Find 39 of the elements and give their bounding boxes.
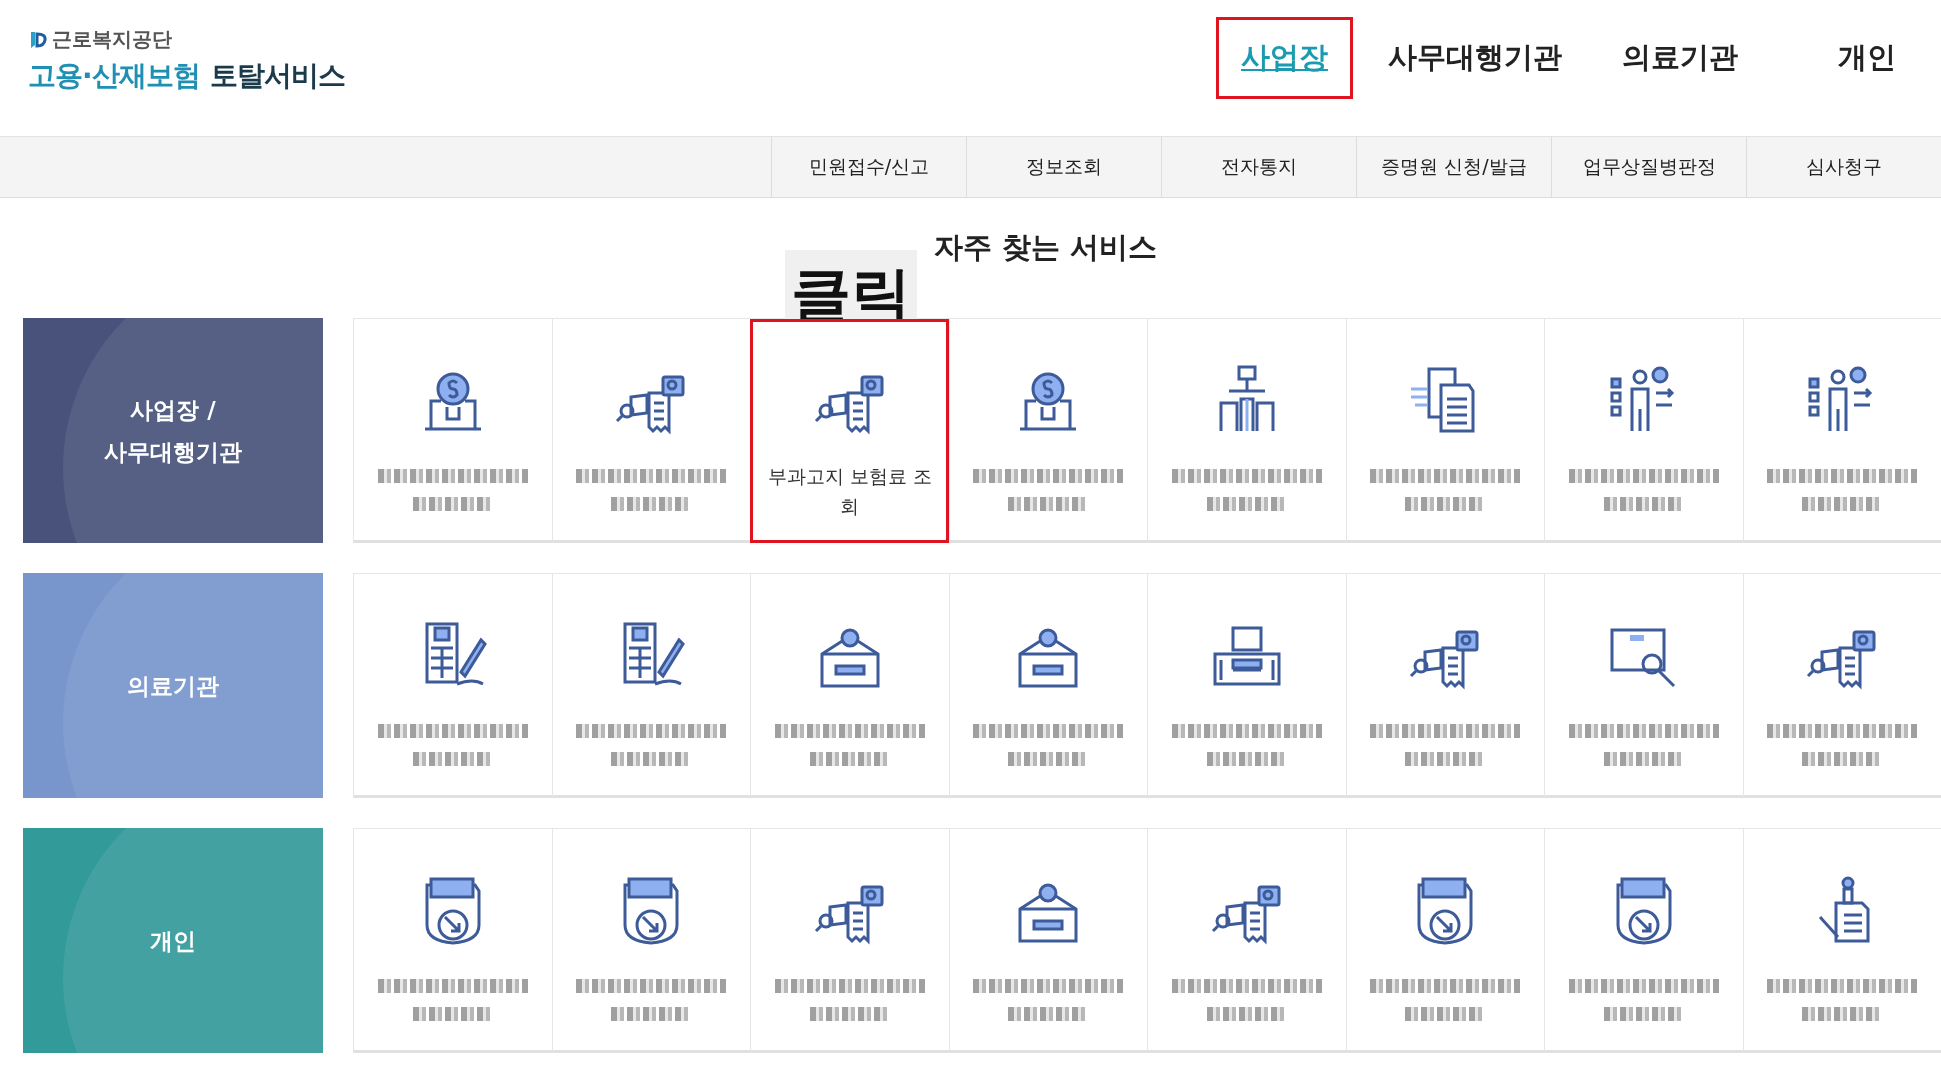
service-tile[interactable]: 부과고지 보험료 조회 xyxy=(750,319,949,543)
service-tile[interactable] xyxy=(1742,829,1941,1053)
nav-tab[interactable]: 사무대행기관 xyxy=(1363,17,1587,99)
service-subtitle: 토탈서비스 xyxy=(209,58,345,94)
nav-tab[interactable]: 개인 xyxy=(1813,17,1921,99)
nav-tab[interactable]: 의료기관 xyxy=(1597,17,1763,99)
service-tile[interactable] xyxy=(551,574,750,798)
service-tile[interactable] xyxy=(353,829,552,1053)
section-title: 자주 찾는 서비스 xyxy=(933,229,1158,266)
service-tile[interactable] xyxy=(750,574,949,798)
menu-item[interactable]: 민원접수/신고 xyxy=(771,137,966,197)
service-tile[interactable] xyxy=(1345,574,1544,798)
logo-icon xyxy=(28,29,48,50)
service-tile[interactable] xyxy=(1147,829,1346,1053)
service-tile[interactable] xyxy=(948,829,1147,1053)
service-tile[interactable] xyxy=(1544,319,1743,543)
service-tile[interactable] xyxy=(948,574,1147,798)
service-tile[interactable] xyxy=(1147,574,1346,798)
service-tile[interactable] xyxy=(1742,319,1941,543)
organization-name: 근로복지공단 xyxy=(52,26,172,53)
service-name: 고용·산재보험 xyxy=(28,58,200,94)
service-tile[interactable] xyxy=(353,574,552,798)
service-tile[interactable] xyxy=(1742,574,1941,798)
service-tile[interactable] xyxy=(1147,319,1346,543)
menu-item[interactable]: 전자통지 xyxy=(1161,137,1356,197)
service-tile[interactable] xyxy=(1345,829,1544,1053)
service-tile[interactable] xyxy=(1544,829,1743,1053)
menu-item[interactable]: 심사청구 xyxy=(1746,137,1941,197)
service-tile[interactable] xyxy=(353,319,552,543)
service-label: 부과고지 보험료 조회 xyxy=(766,464,933,519)
service-tile[interactable] xyxy=(750,829,949,1053)
menu-item[interactable]: 정보조회 xyxy=(966,137,1161,197)
service-tile[interactable] xyxy=(948,319,1147,543)
menu-item[interactable]: 증명원 신청/발급 xyxy=(1356,137,1551,197)
service-tile[interactable] xyxy=(1544,574,1743,798)
menu-item[interactable]: 업무상질병판정 xyxy=(1551,137,1746,197)
service-tile[interactable] xyxy=(551,829,750,1053)
service-tile[interactable] xyxy=(551,319,750,543)
service-tile[interactable] xyxy=(1345,319,1544,543)
